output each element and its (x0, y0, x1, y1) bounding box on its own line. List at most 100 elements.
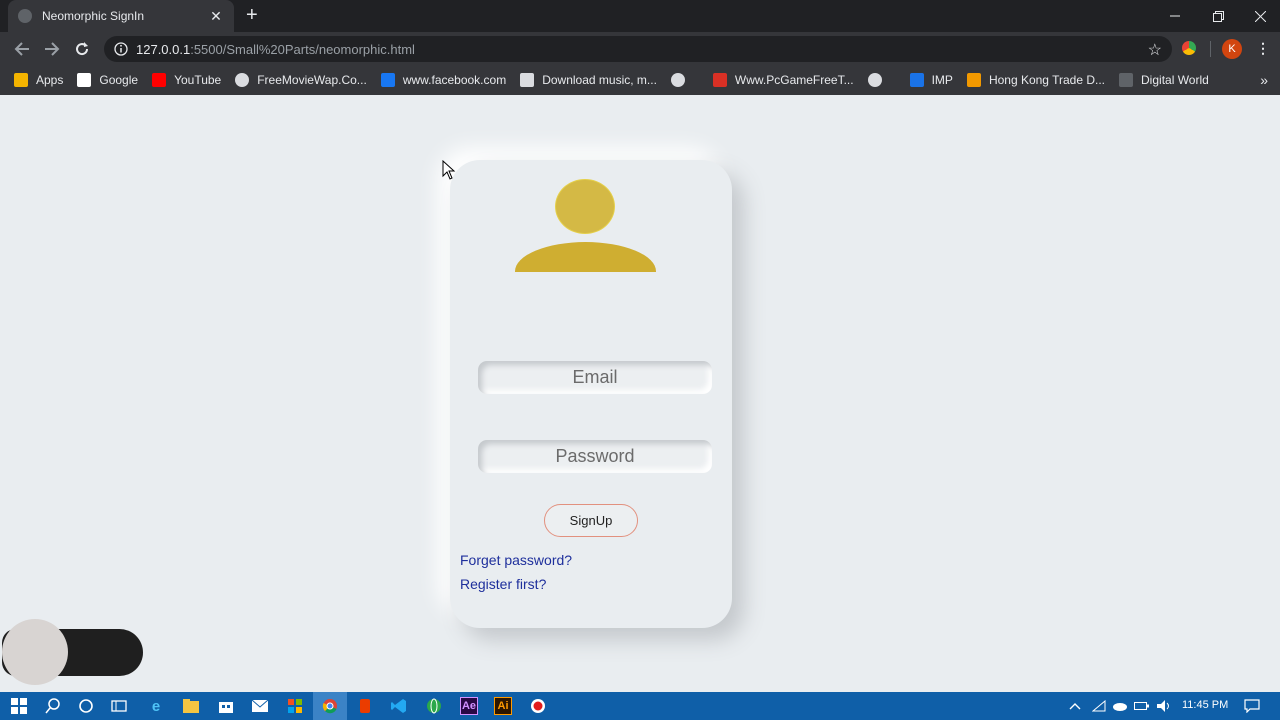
task-view-icon[interactable] (110, 697, 128, 715)
close-icon (1254, 10, 1266, 22)
bookmark-item[interactable] (867, 73, 890, 87)
bookmark-label: Hong Kong Trade D... (988, 73, 1106, 87)
vscode-icon[interactable] (390, 697, 408, 715)
bookmark-label: YouTube (174, 73, 222, 87)
google-icon (77, 73, 92, 87)
bookmarks-bar: Apps Google YouTube FreeMovieWap.Co... www.f… (0, 65, 1280, 95)
after-effects-icon[interactable]: Ae (460, 697, 478, 715)
digital-world-icon (1119, 73, 1134, 87)
browser-toolbar: 127.0.0.1:5500/Small%20Parts/neomorphic.… (0, 32, 1280, 65)
pcgame-icon (712, 73, 727, 87)
volume-icon[interactable] (1155, 697, 1173, 715)
wifi-icon[interactable] (1090, 697, 1108, 715)
search-icon[interactable] (44, 697, 62, 715)
taskbar-clock[interactable]: 11:45 PM (1182, 699, 1228, 711)
bookmark-item[interactable]: Google (77, 73, 138, 87)
edge-icon[interactable]: e (147, 697, 165, 715)
cloud-icon[interactable] (1111, 697, 1129, 715)
globe-icon (670, 73, 685, 87)
file-explorer-icon[interactable] (182, 697, 200, 715)
password-input[interactable] (478, 440, 712, 473)
mouse-cursor-icon (442, 160, 456, 180)
bookmark-item[interactable]: Digital World (1119, 73, 1209, 87)
tab-neomorphic-signin[interactable]: Neomorphic SignIn ✕ (8, 0, 234, 32)
url-text: 127.0.0.1:5500/Small%20Parts/neomorphic.… (136, 42, 415, 57)
bookmark-item[interactable]: FreeMovieWap.Co... (235, 73, 367, 87)
tab-title: Neomorphic SignIn (42, 9, 145, 23)
youtube-icon (152, 73, 167, 87)
chrome-menu-icon[interactable]: ⋮ (1256, 40, 1270, 57)
page-viewport: SignUp Forget password? Register first? (2, 96, 1278, 692)
bookmark-item[interactable]: Apps (14, 73, 63, 87)
minimize-icon (1170, 15, 1180, 17)
globe-icon (867, 73, 882, 87)
browser-titlebar: Neomorphic SignIn ✕ + (0, 0, 1280, 32)
bookmark-label: Www.PcGameFreeT... (734, 73, 854, 87)
email-input[interactable] (478, 361, 712, 394)
profile-avatar[interactable]: K (1222, 39, 1242, 59)
globe-icon (18, 9, 32, 23)
windows-start-icon[interactable] (10, 697, 28, 715)
address-bar[interactable]: 127.0.0.1:5500/Small%20Parts/neomorphic.… (104, 36, 1172, 62)
windows-taskbar: e Ae Ai 11:45 PM (0, 692, 1280, 720)
arrow-right-icon (45, 42, 60, 56)
cortana-icon[interactable] (77, 697, 95, 715)
download-icon (520, 73, 535, 87)
illustrator-icon[interactable]: Ai (494, 697, 512, 715)
bookmark-label: Apps (36, 73, 64, 87)
bookmark-star-icon[interactable]: ☆ (1148, 40, 1162, 60)
back-button[interactable] (12, 39, 32, 59)
signup-button[interactable]: SignUp (544, 504, 638, 537)
user-avatar-body (515, 242, 656, 272)
close-tab-icon[interactable]: ✕ (208, 8, 224, 25)
signin-card: SignUp Forget password? Register first? (450, 160, 732, 628)
bookmarks-overflow-icon[interactable]: » (1260, 72, 1268, 88)
battery-icon[interactable] (1133, 697, 1151, 715)
bookmark-label: Google (99, 73, 139, 87)
restore-icon (1212, 10, 1224, 22)
toolbar-divider (1210, 41, 1211, 57)
reload-icon (76, 42, 89, 56)
register-first-link[interactable]: Register first? (460, 576, 546, 592)
close-window-button[interactable] (1238, 0, 1280, 32)
new-tab-button[interactable]: + (246, 5, 258, 25)
forget-password-link[interactable]: Forget password? (460, 552, 572, 568)
bookmark-item[interactable]: IMP (909, 73, 953, 87)
theme-toggle-knob[interactable] (2, 619, 68, 685)
info-icon[interactable] (114, 42, 128, 56)
office-icon[interactable] (356, 697, 374, 715)
imp-icon (909, 73, 924, 87)
chevron-up-icon[interactable] (1066, 697, 1084, 715)
bookmark-item[interactable]: Www.PcGameFreeT... (712, 73, 854, 87)
bookmark-item[interactable]: www.facebook.com (380, 73, 507, 87)
recorder-icon[interactable] (529, 697, 547, 715)
bookmark-item[interactable]: Download music, m... (520, 73, 657, 87)
chrome-icon[interactable] (321, 697, 339, 715)
arrow-left-icon (14, 42, 29, 56)
bookmark-item[interactable]: YouTube (152, 73, 221, 87)
bookmark-label: IMP (931, 73, 953, 87)
bookmark-label: www.facebook.com (402, 73, 507, 87)
globe-icon (235, 73, 250, 87)
apps-grid-icon (14, 73, 28, 87)
minimize-button[interactable] (1153, 0, 1197, 32)
office-tiles-icon[interactable] (286, 697, 304, 715)
notification-icon[interactable] (1243, 697, 1261, 715)
bookmark-item[interactable] (670, 73, 693, 87)
globe-app-icon[interactable] (425, 697, 443, 715)
bookmark-label: Digital World (1141, 73, 1209, 87)
url-path: :5500/Small%20Parts/neomorphic.html (190, 41, 415, 57)
reload-button[interactable] (72, 39, 92, 59)
mail-icon[interactable] (251, 697, 269, 715)
bookmark-item[interactable]: Hong Kong Trade D... (966, 73, 1106, 87)
extension-icon[interactable] (1182, 41, 1196, 55)
bookmark-label: FreeMovieWap.Co... (257, 73, 367, 87)
facebook-icon (380, 73, 395, 87)
bookmark-label: Download music, m... (542, 73, 657, 87)
restore-button[interactable] (1196, 0, 1240, 32)
chart-icon (966, 73, 981, 87)
store-icon[interactable] (217, 697, 235, 715)
forward-button[interactable] (42, 39, 62, 59)
url-host: 127.0.0.1 (136, 41, 191, 57)
user-avatar-head (555, 179, 615, 234)
